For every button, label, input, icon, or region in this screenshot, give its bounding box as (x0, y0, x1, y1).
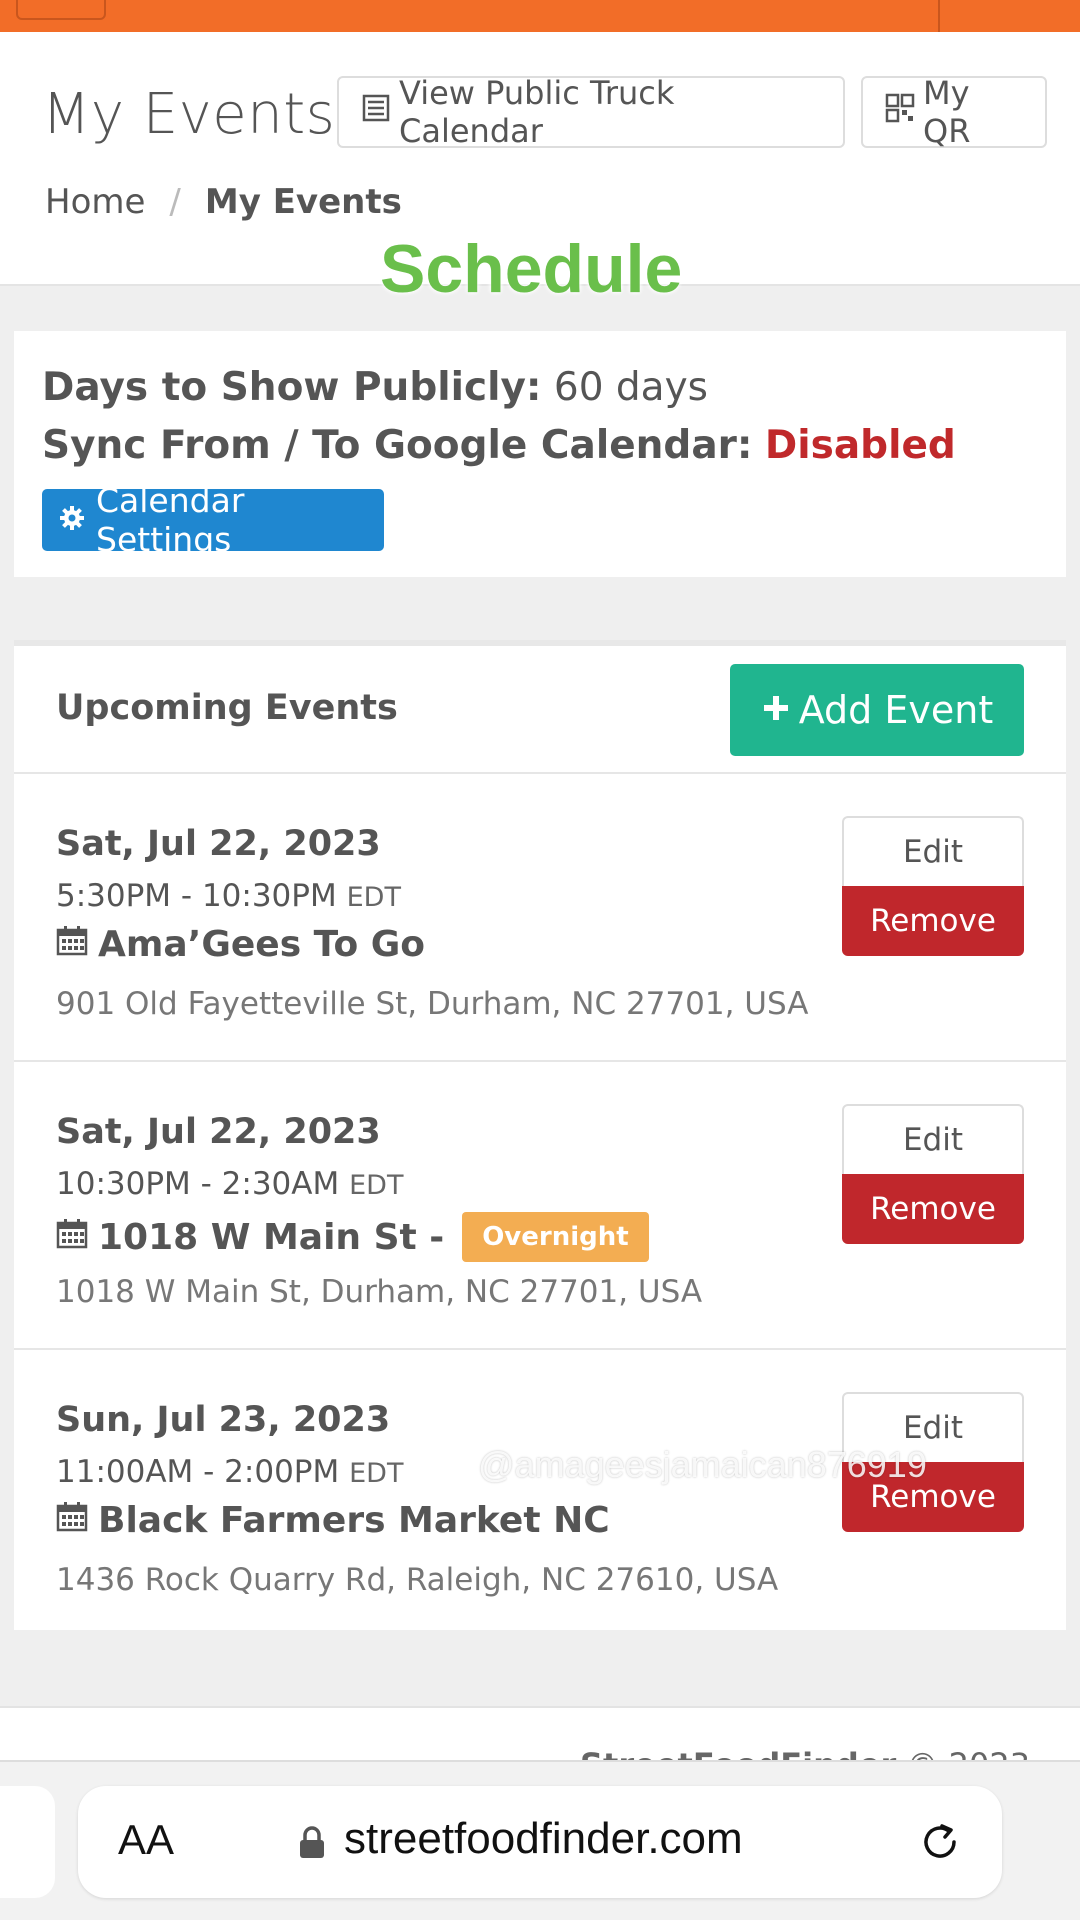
event-timezone: EDT (349, 1170, 404, 1201)
event-item: Sat, Jul 22, 2023 5:30PM - 10:30PM EDT A… (14, 774, 1066, 1062)
days-public-label: Days to Show Publicly: (42, 365, 542, 410)
breadcrumb-current: My Events (204, 182, 402, 222)
my-qr-label: My QR (923, 74, 971, 150)
event-address: 1018 W Main St, Durham, NC 27701, USA (56, 1274, 703, 1310)
google-sync-status: Disabled (764, 423, 956, 468)
event-name-row: 1018 W Main St - Overnight (56, 1212, 649, 1262)
edit-event-button[interactable]: Edit (842, 816, 1024, 886)
view-public-calendar-label: View Public Truck Calendar (399, 74, 675, 150)
breadcrumb-home-link[interactable]: Home (45, 182, 145, 222)
text-size-button[interactable]: AA (118, 1816, 174, 1864)
days-public-row: Days to Show Publicly: 60 days (42, 365, 708, 410)
event-address: 1436 Rock Quarry Rd, Raleigh, NC 27610, … (56, 1562, 779, 1598)
menu-toggle-button[interactable] (16, 0, 106, 20)
google-sync-row: Sync From / To Google Calendar: Disabled (42, 423, 956, 468)
remove-event-button[interactable]: Remove (842, 886, 1024, 956)
event-date: Sat, Jul 22, 2023 (56, 824, 381, 864)
breadcrumb: Home / My Events (45, 182, 402, 222)
previous-tab-stub[interactable] (0, 1786, 55, 1898)
page-title: My Events (42, 82, 336, 147)
list-icon (361, 93, 391, 131)
calendar-settings-card: Days to Show Publicly: 60 days Sync From… (14, 331, 1066, 577)
event-name-row: Ama’Gees To Go (56, 924, 425, 965)
url-text: streetfoodfinder.com (344, 1814, 743, 1863)
calendar-icon (56, 924, 88, 965)
view-public-calendar-button[interactable]: View Public Truck Calendar (337, 74, 845, 150)
nav-divider (938, 0, 940, 32)
event-date: Sat, Jul 22, 2023 (56, 1112, 381, 1152)
plus-icon (761, 688, 791, 732)
lock-icon (298, 1826, 326, 1864)
event-timezone: EDT (349, 1458, 404, 1489)
google-sync-label: Sync From / To Google Calendar: (42, 423, 753, 468)
page-header: My Events View Public Truck Calendar My … (0, 32, 1080, 307)
watermark-text: @amageesjamaican876919 (478, 1444, 927, 1485)
my-qr-button[interactable]: My QR (861, 74, 1047, 150)
event-time: 10:30PM - 2:30AM EDT (56, 1166, 403, 1202)
event-time-range: 5:30PM - 10:30PM (56, 878, 337, 914)
event-name: Ama’Gees To Go (98, 924, 426, 965)
calendar-icon (56, 1500, 88, 1541)
qr-code-icon (885, 93, 915, 131)
page-footer: StreetFoodFinder © 2023 (0, 1706, 1080, 1784)
calendar-settings-label: Calendar Settings (96, 481, 245, 559)
event-time-range: 10:30PM - 2:30AM (56, 1166, 340, 1202)
reload-icon[interactable] (918, 1820, 962, 1868)
upcoming-events-title: Upcoming Events (56, 688, 398, 728)
edit-event-button[interactable]: Edit (842, 1104, 1024, 1174)
event-name: Black Farmers Market NC (98, 1500, 610, 1541)
browser-address-bar: AA streetfoodfinder.com (0, 1760, 1080, 1920)
add-event-label: Add Event (798, 688, 994, 732)
event-time: 11:00AM - 2:00PM EDT (56, 1454, 403, 1490)
upcoming-events-header: Upcoming Events Add Event (14, 646, 1066, 774)
event-time: 5:30PM - 10:30PM EDT (56, 878, 401, 914)
calendar-settings-button[interactable]: Calendar Settings (42, 481, 384, 559)
add-event-button[interactable]: Add Event (730, 664, 1024, 756)
overnight-badge: Overnight (462, 1212, 649, 1262)
event-time-range: 11:00AM - 2:00PM (56, 1454, 340, 1490)
top-nav-bar (0, 0, 1080, 32)
event-address: 901 Old Fayetteville St, Durham, NC 2770… (56, 986, 809, 1022)
event-date: Sun, Jul 23, 2023 (56, 1400, 391, 1440)
event-item: Sun, Jul 23, 2023 11:00AM - 2:00PM EDT B… (14, 1350, 1066, 1638)
event-name-row: Black Farmers Market NC (56, 1500, 610, 1541)
breadcrumb-separator: / (169, 182, 181, 222)
days-public-value: 60 days (553, 365, 708, 410)
event-name: 1018 W Main St - (98, 1216, 445, 1258)
event-item: Sat, Jul 22, 2023 10:30PM - 2:30AM EDT 1… (14, 1062, 1066, 1350)
gear-icon (58, 501, 86, 540)
calendar-icon (56, 1217, 88, 1258)
event-timezone: EDT (346, 882, 401, 913)
remove-event-button[interactable]: Remove (842, 1174, 1024, 1244)
url-field[interactable]: AA streetfoodfinder.com (78, 1786, 1002, 1898)
schedule-overlay-text: Schedule (380, 231, 683, 307)
